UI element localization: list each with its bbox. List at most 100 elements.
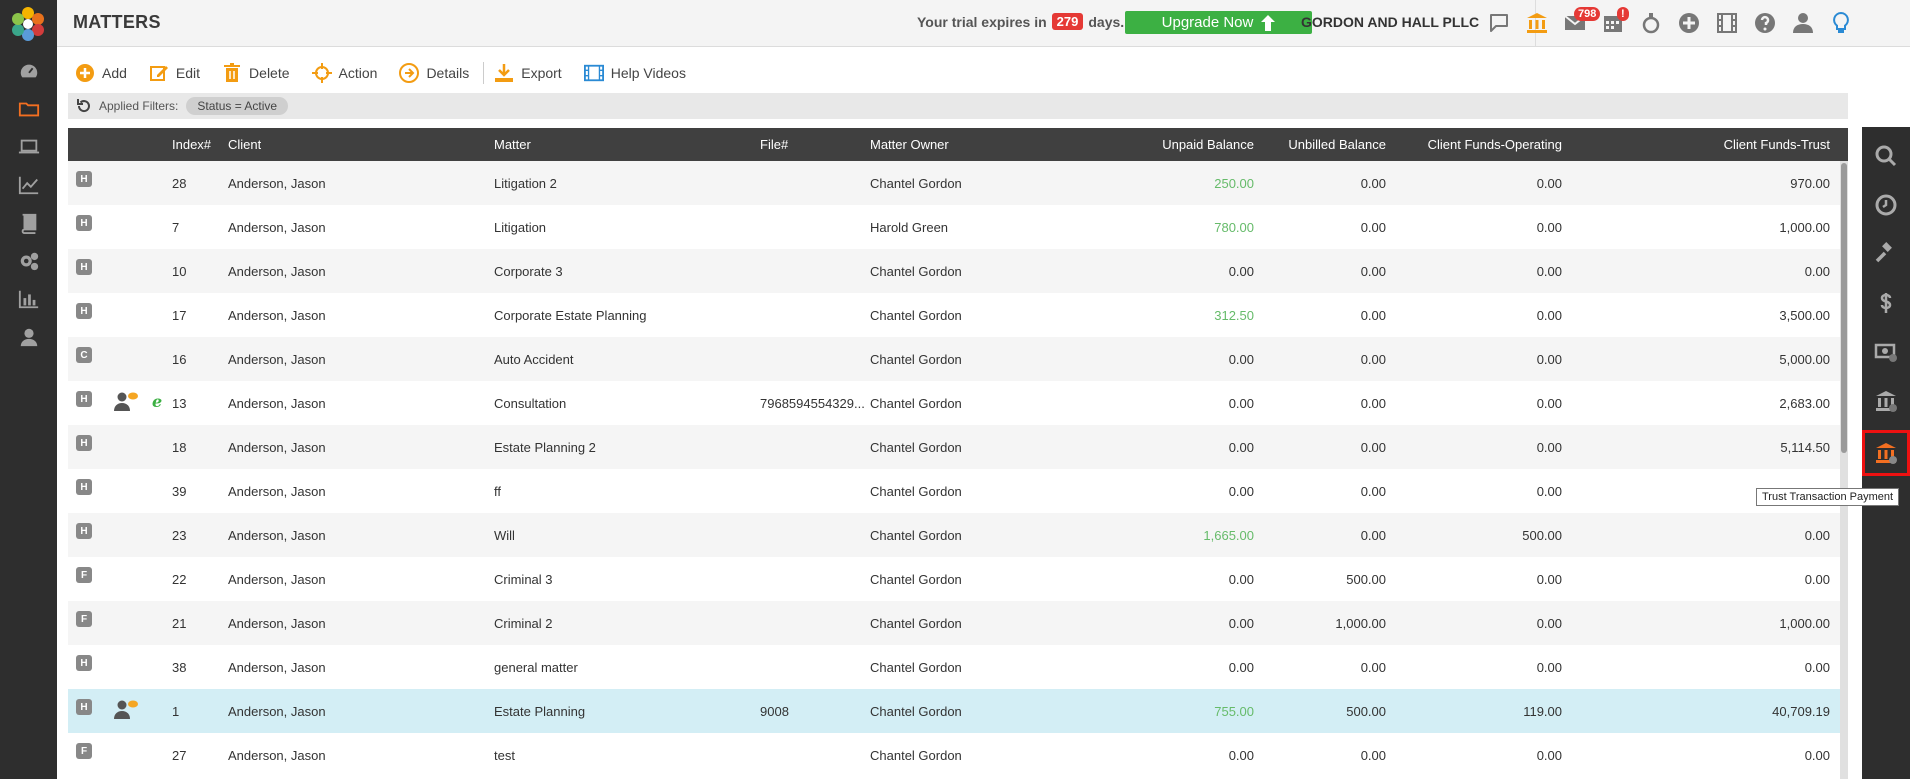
- header-unbilled-balance[interactable]: Unbilled Balance: [1258, 137, 1386, 152]
- clock-icon[interactable]: [1862, 182, 1910, 228]
- gavel-icon[interactable]: [1862, 231, 1910, 277]
- user-profile-icon[interactable]: [1784, 6, 1822, 40]
- lightbulb-icon[interactable]: [1822, 6, 1860, 40]
- cell-trust: 0.00: [1804, 748, 1830, 763]
- cell-unbilled: 500.00: [1346, 572, 1386, 587]
- scrollbar-thumb[interactable]: [1841, 163, 1847, 453]
- cell-matter: Litigation: [494, 220, 547, 235]
- app-logo[interactable]: [8, 4, 48, 44]
- cell-client: Anderson, Jason: [228, 176, 326, 191]
- top-icon-bar: 798 !: [1480, 6, 1860, 40]
- e-sign-icon[interactable]: e: [152, 392, 162, 411]
- header-owner[interactable]: Matter Owner: [870, 137, 949, 152]
- upgrade-now-button[interactable]: Upgrade Now: [1125, 11, 1312, 34]
- table-row[interactable]: H 39 Anderson, Jason ff Chantel Gordon 0.00 0.…: [68, 469, 1848, 513]
- header-client[interactable]: Client: [228, 137, 261, 152]
- cell-trust: 0.00: [1804, 572, 1830, 587]
- add-button[interactable]: Add: [75, 63, 127, 83]
- table-row[interactable]: H 18 Anderson, Jason Estate Planning 2 Chant…: [68, 425, 1848, 469]
- cell-operating: 0.00: [1536, 176, 1562, 191]
- cell-unbilled: 0.00: [1360, 484, 1386, 499]
- matter-type-badge: H: [76, 435, 92, 451]
- cell-client: Anderson, Jason: [228, 396, 326, 411]
- cell-matter: test: [494, 748, 515, 763]
- gears-icon[interactable]: [0, 242, 57, 280]
- matter-type-badge: H: [76, 259, 92, 275]
- table-header: Index# Client Matter File# Matter Owner …: [68, 128, 1848, 161]
- delete-button[interactable]: Delete: [222, 63, 290, 83]
- delete-label: Delete: [249, 65, 290, 81]
- matter-type-badge: F: [76, 567, 92, 583]
- details-button[interactable]: Details: [399, 63, 469, 83]
- cell-trust: 0.00: [1804, 660, 1830, 675]
- table-scrollbar[interactable]: [1840, 161, 1848, 779]
- book-icon[interactable]: [0, 204, 57, 242]
- dollar-icon[interactable]: [1862, 280, 1910, 326]
- bar-chart-icon[interactable]: [0, 280, 57, 318]
- table-row[interactable]: H 7 Anderson, Jason Litigation Harold Green 7…: [68, 205, 1848, 249]
- client-portal-icon[interactable]: [113, 699, 139, 722]
- help-videos-button[interactable]: Help Videos: [583, 63, 686, 83]
- search-icon[interactable]: [1862, 133, 1910, 179]
- plus-circle-icon[interactable]: [1670, 6, 1708, 40]
- client-portal-icon[interactable]: [113, 391, 139, 414]
- cell-client: Anderson, Jason: [228, 440, 326, 455]
- edit-button[interactable]: Edit: [149, 63, 200, 83]
- cell-file: 9008: [760, 704, 789, 719]
- cell-client: Anderson, Jason: [228, 704, 326, 719]
- matter-type-badge: H: [76, 391, 92, 407]
- help-icon[interactable]: [1746, 6, 1784, 40]
- export-label: Export: [521, 65, 562, 81]
- cell-operating: 0.00: [1536, 484, 1562, 499]
- header-unpaid-balance[interactable]: Unpaid Balance: [1068, 137, 1254, 152]
- table-row[interactable]: He 13 Anderson, Jason Consultation 796859455…: [68, 381, 1848, 425]
- stopwatch-icon[interactable]: [1632, 6, 1670, 40]
- table-row[interactable]: H 28 Anderson, Jason Litigation 2 Chantel Go…: [68, 161, 1848, 205]
- plus-circle-icon: [76, 64, 94, 82]
- left-sidebar: [0, 0, 57, 779]
- table-row[interactable]: C 16 Anderson, Jason Auto Accident Chantel G…: [68, 337, 1848, 381]
- user-icon[interactable]: [0, 318, 57, 356]
- cell-matter: Estate Planning: [494, 704, 586, 719]
- export-button[interactable]: Export: [494, 63, 562, 83]
- header-client-funds-trust[interactable]: Client Funds-Trust: [1568, 137, 1830, 152]
- filter-chip-status[interactable]: Status = Active: [186, 97, 289, 115]
- cell-unpaid: 0.00: [1228, 572, 1254, 587]
- film-icon[interactable]: [1708, 6, 1746, 40]
- calendar-icon[interactable]: !: [1594, 6, 1632, 40]
- dashboard-icon[interactable]: [0, 52, 57, 90]
- cell-operating: 0.00: [1536, 660, 1562, 675]
- table-row[interactable]: H 1 Anderson, Jason Estate Planning 9008 Chan…: [68, 689, 1848, 733]
- header-file[interactable]: File#: [760, 137, 788, 152]
- table-row[interactable]: H 17 Anderson, Jason Corporate Estate Plann…: [68, 293, 1848, 337]
- table-row[interactable]: F 22 Anderson, Jason Criminal 3 Chantel Gord…: [68, 557, 1848, 601]
- cell-unpaid: 1,665.00: [1203, 528, 1254, 543]
- matters-folder-icon[interactable]: [0, 90, 57, 128]
- table-row[interactable]: H 38 Anderson, Jason general matter Chantel …: [68, 645, 1848, 689]
- header-index[interactable]: Index#: [172, 137, 211, 152]
- table-row[interactable]: F 21 Anderson, Jason Criminal 2 Chantel Gord…: [68, 601, 1848, 645]
- chat-icon[interactable]: [1480, 6, 1518, 40]
- trial-prefix: Your trial expires in: [917, 13, 1047, 30]
- details-label: Details: [426, 65, 470, 81]
- table-row[interactable]: F 27 Anderson, Jason test Chantel Gordon 0.00…: [68, 733, 1848, 777]
- table-row[interactable]: H 23 Anderson, Jason Will Chantel Gordon 1,66…: [68, 513, 1848, 557]
- tooltip-trust-transaction-payment: Trust Transaction Payment: [1756, 488, 1900, 506]
- trust-payment-icon[interactable]: [1862, 430, 1910, 476]
- cell-operating: 0.00: [1536, 308, 1562, 323]
- action-button[interactable]: Action: [311, 63, 377, 83]
- bank-icon[interactable]: [1518, 6, 1556, 40]
- header-matter[interactable]: Matter: [494, 137, 531, 152]
- cash-icon[interactable]: [1862, 329, 1910, 375]
- matters-table: Index# Client Matter File# Matter Owner …: [68, 128, 1848, 779]
- matter-type-badge: H: [76, 479, 92, 495]
- table-row[interactable]: H 10 Anderson, Jason Corporate 3 Chantel Gor…: [68, 249, 1848, 293]
- matter-type-badge: F: [76, 743, 92, 759]
- laptop-icon[interactable]: [0, 128, 57, 166]
- header-client-funds-operating[interactable]: Client Funds-Operating: [1388, 137, 1562, 152]
- bank-icon[interactable]: [1862, 378, 1910, 424]
- cell-index: 1: [172, 704, 180, 719]
- reset-filter-icon[interactable]: [76, 98, 92, 114]
- trend-chart-icon[interactable]: [0, 166, 57, 204]
- mail-icon[interactable]: 798: [1556, 6, 1601, 40]
